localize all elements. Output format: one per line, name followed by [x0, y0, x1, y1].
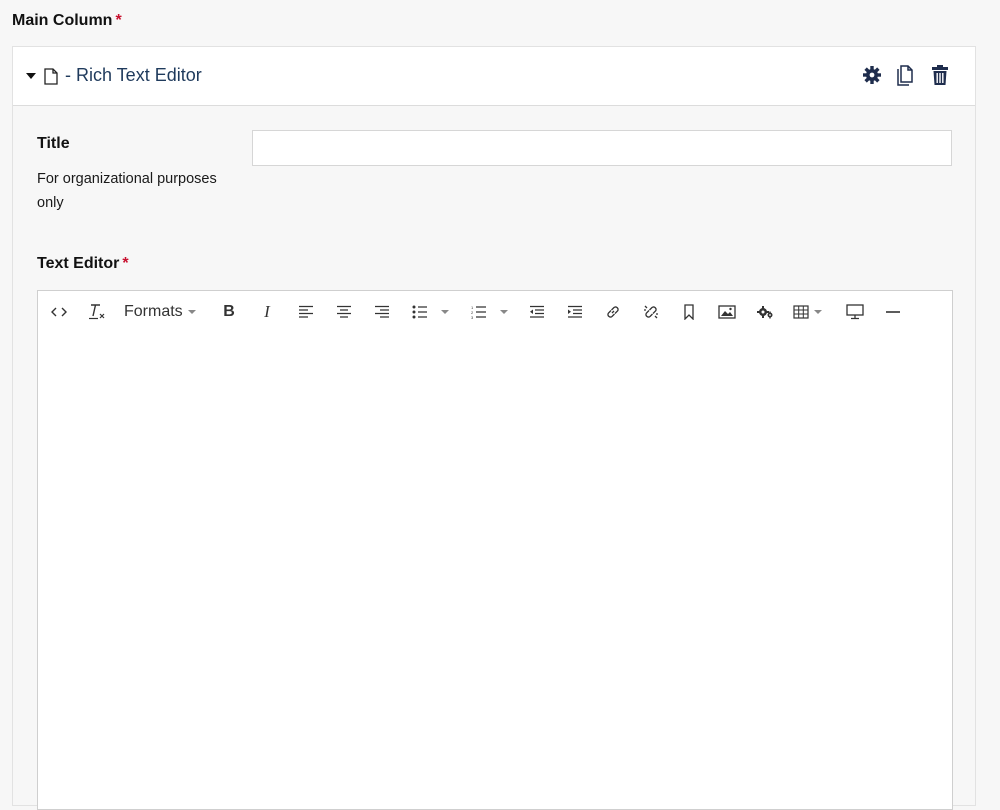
link-icon[interactable] [602, 301, 624, 323]
chevron-down-icon [441, 310, 449, 314]
bold-button[interactable]: B [218, 301, 240, 323]
chevron-down-icon [500, 310, 508, 314]
italic-icon: I [264, 302, 270, 321]
title-label: Title [37, 135, 70, 153]
align-right-icon[interactable] [371, 301, 393, 323]
required-asterisk: * [115, 12, 122, 29]
unlink-icon[interactable] [640, 301, 662, 323]
table-icon [793, 305, 809, 319]
block-header: - Rich Text Editor [13, 47, 975, 106]
text-editor-label: Text Editor * [37, 255, 129, 273]
horizontal-rule-icon[interactable] [882, 301, 904, 323]
svg-text:3: 3 [471, 315, 474, 319]
content-block: - Rich Text Editor Title For organizatio… [12, 46, 976, 810]
bold-icon: B [223, 303, 235, 320]
title-help-text: For organizational purposes only [37, 171, 217, 211]
title-input[interactable] [252, 130, 952, 166]
editor-content-area[interactable] [38, 333, 952, 809]
clear-formatting-icon[interactable] [86, 301, 108, 323]
duplicate-icon[interactable] [895, 63, 917, 87]
chevron-down-icon [187, 310, 196, 314]
table-button[interactable] [793, 301, 833, 323]
document-icon [44, 68, 58, 85]
outdent-icon[interactable] [526, 301, 548, 323]
bullet-list-options-chevron-icon[interactable] [438, 301, 452, 323]
settings-icon[interactable] [861, 63, 883, 87]
trash-icon[interactable] [929, 63, 951, 87]
bookmark-icon[interactable] [678, 301, 700, 323]
chevron-down-icon [814, 310, 822, 314]
rich-text-editor: Formats B I 1 2 3 [37, 290, 953, 810]
formats-label: Formats [124, 303, 183, 320]
text-editor-label-text: Text Editor [37, 255, 120, 272]
title-label-text: Title [37, 135, 70, 152]
align-center-icon[interactable] [333, 301, 355, 323]
editor-toolbar: Formats B I 1 2 3 [38, 291, 952, 334]
italic-button[interactable]: I [256, 301, 278, 323]
numbered-list-icon[interactable]: 123 [468, 301, 490, 323]
main-column-label: Main Column * [12, 12, 122, 30]
align-left-icon[interactable] [295, 301, 317, 323]
main-column-label-text: Main Column [12, 12, 113, 29]
required-asterisk: * [122, 255, 129, 272]
formats-dropdown[interactable]: Formats [124, 301, 204, 323]
numbered-list-options-chevron-icon[interactable] [497, 301, 511, 323]
collapse-caret-icon[interactable] [26, 73, 36, 79]
bullet-list-icon[interactable] [409, 301, 431, 323]
preview-icon[interactable] [844, 301, 866, 323]
source-code-icon[interactable] [48, 301, 70, 323]
cogs-icon[interactable] [754, 301, 776, 323]
block-title[interactable]: - Rich Text Editor [65, 65, 202, 86]
image-icon[interactable] [716, 301, 738, 323]
indent-icon[interactable] [564, 301, 586, 323]
block-actions [861, 63, 951, 87]
